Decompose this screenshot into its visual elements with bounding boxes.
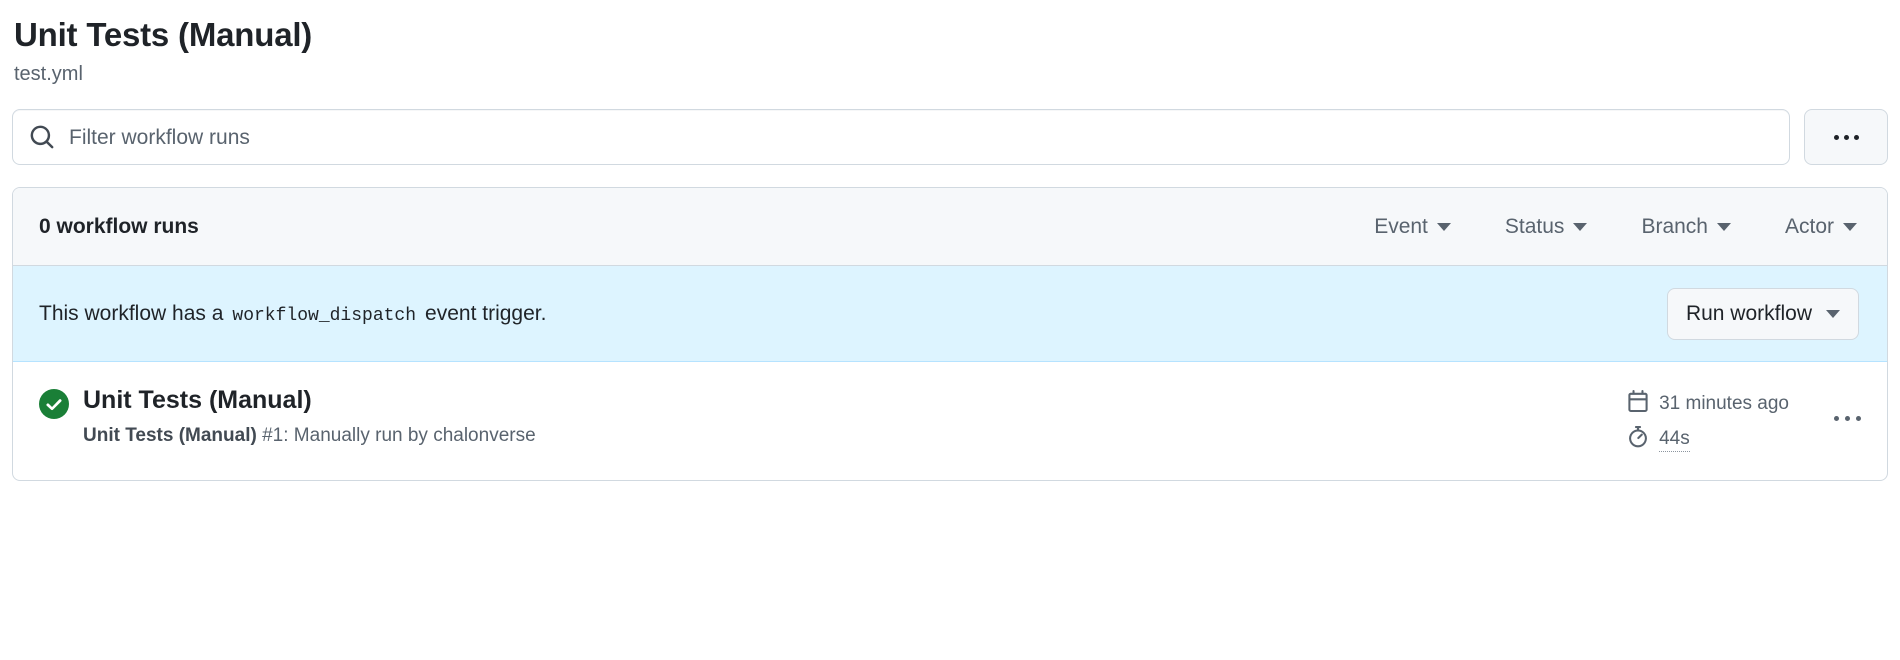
workflow-file-name: test.yml [14,63,83,86]
runs-count-label: 0 workflow runs [39,214,199,238]
run-subtitle-workflow: Unit Tests (Manual) [83,424,257,446]
run-timestamp: 31 minutes ago [1627,390,1789,418]
filter-actor[interactable]: Actor [1785,215,1857,239]
filter-status-label: Status [1504,214,1565,238]
calendar-icon [1627,390,1649,418]
runs-filter-group: Event Status Branch Actor [1374,215,1865,239]
run-title-link[interactable]: Unit Tests (Manual) [83,384,1627,417]
page-title: Unit Tests (Manual) [14,16,313,53]
filter-event[interactable]: Event [1374,215,1451,239]
chevron-down-icon [1826,309,1840,318]
dispatch-event-name: workflow_dispatch [232,305,417,326]
run-workflow-button[interactable]: Run workflow [1666,287,1859,340]
filter-event-label: Event [1374,214,1428,238]
run-meta: 31 minutes ago 44s [1627,390,1789,454]
workflow-runs-card: 0 workflow runs Event Status Branch Acto… [12,187,1888,482]
workflow-dispatch-banner: This workflow has a workflow_dispatch ev… [13,266,1887,363]
search-input[interactable]: Filter workflow runs [12,109,1790,166]
search-icon [29,124,55,150]
chevron-down-icon [1843,222,1857,231]
filter-row: Filter workflow runs [12,109,1888,166]
overflow-menu-button[interactable] [1804,109,1888,166]
workflow-run-row[interactable]: Unit Tests (Manual) Unit Tests (Manual) … [13,362,1887,480]
dispatch-text-after: event trigger. [425,301,547,325]
filter-actor-label: Actor [1784,214,1834,238]
stopwatch-icon [1627,426,1649,454]
run-subtitle: Unit Tests (Manual) #1: Manually run by … [83,423,1627,449]
run-duration: 44s [1627,426,1789,454]
filter-status[interactable]: Status [1505,215,1588,239]
run-subtitle-detail: #1: Manually run by chalonverse [262,424,536,446]
run-details: Unit Tests (Manual) Unit Tests (Manual) … [83,384,1627,448]
run-duration-label: 44s [1659,428,1690,453]
search-placeholder: Filter workflow runs [69,125,250,149]
run-workflow-label: Run workflow [1685,301,1812,325]
filter-branch[interactable]: Branch [1641,215,1731,239]
dispatch-banner-text: This workflow has a workflow_dispatch ev… [39,302,546,326]
chevron-down-icon [1436,222,1451,231]
kebab-horizontal-icon [1831,415,1864,421]
runs-header: 0 workflow runs Event Status Branch Acto… [13,188,1887,267]
kebab-horizontal-icon [1833,134,1859,140]
chevron-down-icon [1716,222,1731,231]
run-time-label: 31 minutes ago [1659,393,1789,415]
workflow-runs-page: Unit Tests (Manual) test.yml Filter work… [0,0,1900,482]
chevron-down-icon [1573,222,1588,231]
run-row-menu-button[interactable] [1825,396,1869,440]
check-circle-fill-icon [39,389,69,420]
filter-branch-label: Branch [1641,214,1708,238]
dispatch-text-before: This workflow has a [39,301,224,325]
